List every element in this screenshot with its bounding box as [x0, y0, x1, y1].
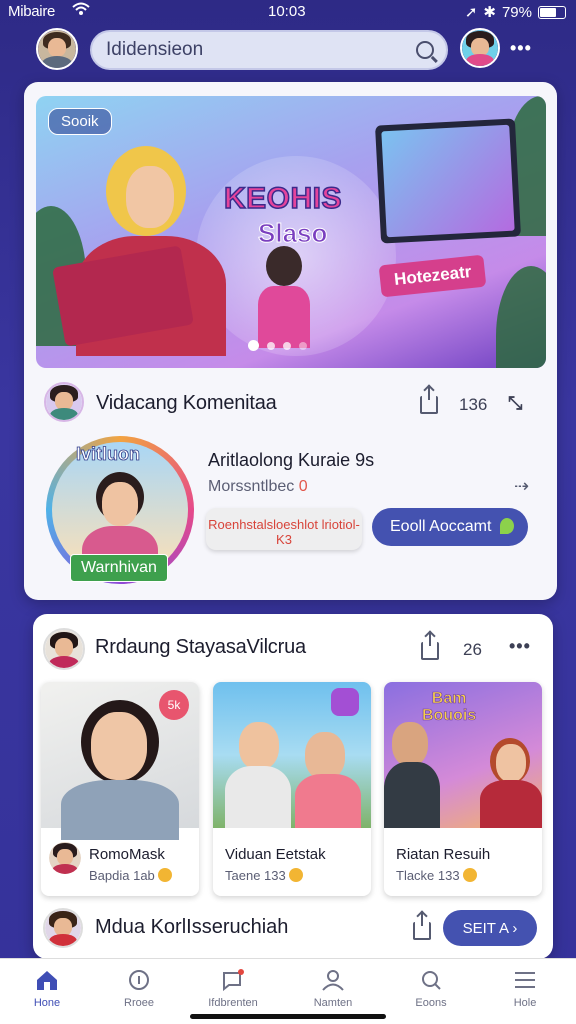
user-avatar[interactable]: [36, 28, 78, 70]
bluetooth-icon: ✱: [483, 4, 496, 21]
hero-banner[interactable]: Sooik KEOHIS Slaso Hotezeatr: [36, 96, 546, 368]
section-card: Rrdaung StayasaVilcrua 26 ••• 5k RomoMas…: [33, 614, 553, 959]
section-author-avatar[interactable]: [43, 628, 85, 670]
badge-label: Ivitluon: [76, 444, 141, 465]
tile-subtitle-text: Taene 133: [225, 868, 286, 883]
tile-subtitle: Bapdia 1ab: [89, 868, 172, 883]
home-indicator[interactable]: [190, 1014, 386, 1019]
search-input[interactable]: [106, 39, 406, 61]
profile-icon: [321, 969, 345, 991]
nav-label: Eoons: [415, 997, 447, 1009]
tile-subtitle-text: Tlacke 133: [396, 868, 460, 883]
featured-card: Sooik KEOHIS Slaso Hotezeatr Vidacang Ko…: [24, 82, 557, 600]
arrow-right-icon[interactable]: ⇢: [514, 476, 529, 497]
more-options-icon[interactable]: •••: [510, 38, 532, 59]
featured-subtitle-text: Morssntlbec: [208, 478, 295, 495]
nav-profile[interactable]: Namten: [298, 969, 368, 1009]
emoji-icon: [288, 868, 303, 882]
author-name[interactable]: Vidacang Komenitaa: [96, 392, 277, 415]
nav-label: Ifdbrenten: [208, 997, 258, 1009]
menu-icon: [513, 969, 537, 991]
video-tile[interactable]: Viduan Eetstak Taene 133: [213, 682, 371, 896]
share-count: 136: [459, 395, 488, 414]
chat-icon: [331, 688, 359, 716]
share-icon[interactable]: [421, 632, 439, 660]
author-avatar[interactable]: [44, 382, 84, 422]
nav-search[interactable]: Eoons: [396, 969, 466, 1009]
carousel-dot[interactable]: [248, 340, 259, 351]
leaf-icon: [500, 518, 514, 534]
banner-tag[interactable]: Sooik: [48, 108, 112, 135]
tile-avatar: [49, 842, 81, 874]
carousel-dot[interactable]: [299, 341, 307, 350]
tile-subtitle: Taene 133: [225, 868, 303, 883]
video-thumbnail[interactable]: 5k: [41, 682, 199, 840]
footer-author-avatar[interactable]: [43, 908, 83, 948]
nav-info[interactable]: Rroee: [104, 969, 174, 1009]
status-bar: Mibaire 10:03 ➚ ✱ 79%: [0, 0, 576, 24]
nav-menu[interactable]: Hole: [490, 969, 560, 1009]
banner-subtitle: Slaso: [257, 218, 328, 249]
emoji-icon: [157, 868, 172, 882]
wifi-icon: [72, 2, 90, 19]
featured-subtitle: Morssntlbec 0: [208, 478, 308, 496]
location-icon: ➚: [464, 4, 478, 21]
featured-subtitle-value: 0: [298, 478, 308, 495]
battery-percent: 79%: [501, 3, 532, 21]
nav-label: Hole: [513, 997, 537, 1009]
carousel-indicator[interactable]: [248, 340, 307, 351]
footer-author-name[interactable]: Mdua KorlIsseruchiah: [95, 916, 288, 939]
search-icon: [419, 969, 443, 991]
video-tile[interactable]: 5k RomoMask Bapdia 1ab: [41, 682, 199, 896]
video-thumbnail[interactable]: Bam Bouois: [384, 682, 542, 828]
more-options-icon[interactable]: •••: [509, 636, 531, 657]
see-all-button[interactable]: SEIT A ›: [443, 910, 537, 946]
tile-subtitle: Tlacke 133: [396, 868, 477, 883]
carousel-dot[interactable]: [267, 341, 275, 350]
tile-subtitle-text: Bapdia 1ab: [89, 868, 155, 883]
secondary-action-button[interactable]: Roenhstalsloeshlot lriotiol-K3: [206, 508, 362, 550]
nav-home[interactable]: Hone: [12, 969, 82, 1009]
nav-label: Namten: [313, 997, 353, 1009]
badge-ribbon: Warnhivan: [70, 554, 168, 582]
tile-title: Viduan Eetstak: [225, 846, 326, 863]
video-tile[interactable]: Bam Bouois Riatan Resuih Tlacke 133: [384, 682, 542, 896]
info-icon: [127, 969, 151, 991]
tv-monitor-illustration: [375, 118, 521, 244]
tile-tag-line1: Bam: [431, 690, 467, 708]
primary-action-button[interactable]: Eooll Aoccamt: [372, 508, 528, 546]
nav-label: Rroee: [124, 997, 154, 1009]
search-bar[interactable]: [90, 30, 448, 70]
tile-tag-line2: Bouois: [422, 707, 477, 725]
clock: 10:03: [268, 3, 306, 20]
tile-tag: 5k: [159, 690, 189, 720]
profile-avatar[interactable]: [460, 28, 500, 68]
share-icon[interactable]: [413, 912, 431, 940]
carrier-name: Mibaire: [8, 3, 56, 20]
featured-title[interactable]: Aritlaolong Kuraie 9s: [208, 450, 374, 471]
video-thumbnail[interactable]: [213, 682, 371, 828]
primary-action-label: Eooll Aoccamt: [390, 518, 492, 535]
tile-title: RomoMask: [89, 846, 165, 863]
search-icon[interactable]: [416, 41, 434, 59]
section-author-name[interactable]: Rrdaung StayasaVilcrua: [95, 636, 306, 659]
nav-label: Hone: [33, 997, 61, 1009]
nav-notifications[interactable]: Ifdbrenten: [198, 969, 268, 1009]
emoji-icon: [462, 868, 477, 882]
carousel-dot[interactable]: [283, 341, 291, 350]
banner-title: KEOHIS: [223, 181, 343, 216]
share-count: 26: [463, 640, 482, 659]
notification-icon: [221, 969, 245, 992]
tile-title: Riatan Resuih: [396, 846, 491, 863]
home-icon: [35, 969, 59, 991]
share-icon[interactable]: [420, 386, 438, 414]
collapse-icon[interactable]: ⤡: [508, 393, 523, 414]
banner-girl-illustration: [266, 246, 302, 286]
battery-icon: [538, 5, 566, 19]
